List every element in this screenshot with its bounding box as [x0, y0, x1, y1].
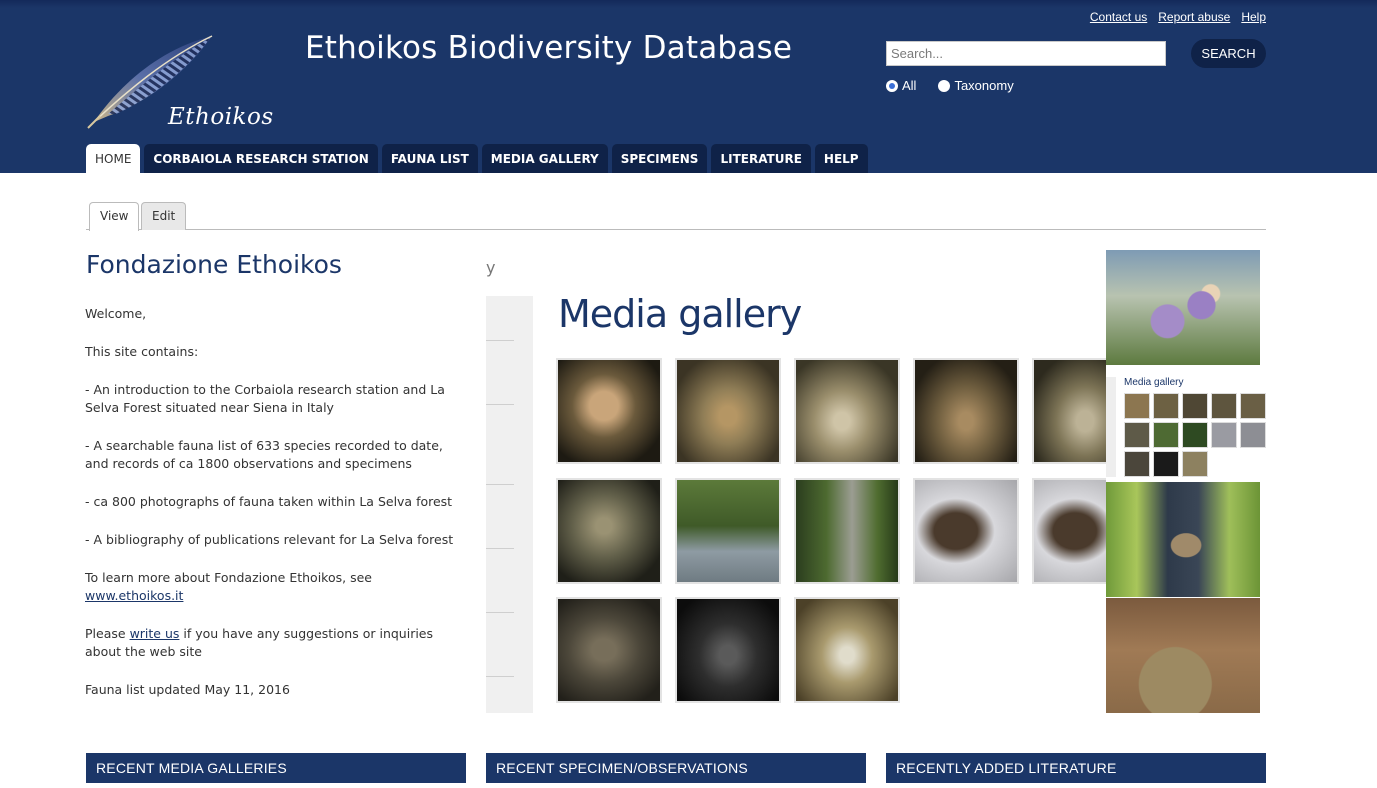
intro-item-2: - A searchable fauna list of 633 species… — [85, 438, 443, 471]
mini-thumb — [1182, 451, 1208, 477]
mini-thumb — [1124, 393, 1150, 419]
site-title[interactable]: Ethoikos Biodiversity Database — [305, 30, 792, 66]
recent-media-galleries-header: RECENT MEDIA GALLERIES — [86, 753, 466, 783]
preview-sidebar — [486, 296, 533, 713]
search-button[interactable]: SEARCH — [1191, 39, 1266, 68]
search-scope: All Taxonomy — [886, 78, 1014, 93]
tab-edit[interactable]: Edit — [141, 202, 187, 230]
mini-thumb — [1211, 393, 1237, 419]
nav-tab-help[interactable]: HELP — [814, 144, 868, 173]
mini-thumb — [1240, 422, 1266, 448]
learn-more-paragraph: To learn more about Fondazione Ethoikos,… — [85, 569, 470, 605]
nav-tab-fauna-list[interactable]: FAUNA LIST — [381, 144, 478, 173]
radio-unchecked-icon — [938, 79, 951, 92]
preview-crumb: y — [486, 258, 496, 277]
write-us-link[interactable]: write us — [130, 626, 180, 641]
mini-thumb — [1211, 422, 1237, 448]
mini-sidebar — [1106, 377, 1116, 477]
gallery-thumb-boar[interactable] — [556, 597, 662, 703]
gallery-thumb-badger-1[interactable] — [794, 358, 900, 464]
photo-swallow-nest[interactable] — [1106, 598, 1260, 713]
mini-gallery-title: Media gallery — [1124, 377, 1184, 388]
gallery-thumb-snow-carcass-2[interactable] — [1032, 478, 1106, 584]
radio-checked-icon — [886, 79, 898, 92]
recently-added-literature-header: RECENTLY ADDED LITERATURE — [886, 753, 1266, 783]
page-title: Fondazione Ethoikos — [86, 250, 342, 279]
photo-butterfly-lilac[interactable] — [1106, 250, 1260, 365]
report-abuse-link[interactable]: Report abuse — [1158, 10, 1230, 24]
ethoikos-website-link[interactable]: www.ethoikos.it — [85, 588, 183, 603]
local-tabs: View Edit — [86, 202, 1266, 231]
nav-tab-home[interactable]: HOME — [86, 144, 141, 173]
media-gallery-preview[interactable]: y Media gallery — [486, 250, 1106, 713]
preview-title: Media gallery — [558, 292, 802, 336]
gallery-thumb-snow-carcass-1[interactable] — [913, 478, 1019, 584]
site-header: Ethoikos Ethoikos Biodiversity Database … — [0, 0, 1377, 173]
mini-thumb — [1240, 393, 1266, 419]
contact-us-link[interactable]: Contact us — [1090, 10, 1147, 24]
scope-all-label: All — [902, 78, 917, 93]
recent-specimen-observations-header: RECENT SPECIMEN/OBSERVATIONS — [486, 753, 866, 783]
scope-taxonomy-label: Taxonomy — [954, 78, 1014, 93]
gallery-thumb-night-1[interactable] — [1032, 358, 1106, 464]
gallery-thumb-wolf[interactable] — [556, 478, 662, 584]
utility-links: Contact us Report abuse Help — [1090, 10, 1266, 24]
tab-view[interactable]: View — [89, 202, 140, 231]
learn-more-text: To learn more about Fondazione Ethoikos,… — [85, 570, 372, 585]
nav-tab-corbaiola-research-station[interactable]: CORBAIOLA RESEARCH STATION — [144, 144, 378, 173]
mini-media-gallery-preview[interactable]: Media gallery — [1106, 365, 1266, 482]
search-input[interactable] — [886, 41, 1166, 66]
scope-taxonomy-radio[interactable]: Taxonomy — [938, 78, 1014, 93]
gallery-thumb-fox-1[interactable] — [556, 358, 662, 464]
gallery-thumb-fox-2[interactable] — [675, 358, 781, 464]
nav-tab-specimens[interactable]: SPECIMENS — [611, 144, 708, 173]
help-link[interactable]: Help — [1241, 10, 1266, 24]
contains-text: This site contains: — [85, 344, 199, 359]
gallery-thumb-night-ir[interactable] — [675, 597, 781, 703]
contact-paragraph: Please write us if you have any suggesti… — [85, 625, 470, 661]
ethoikos-logo[interactable]: Ethoikos — [86, 30, 296, 134]
mini-thumb — [1182, 393, 1208, 419]
nav-tab-literature[interactable]: LITERATURE — [711, 144, 811, 173]
mini-thumb — [1153, 422, 1179, 448]
intro-text: Welcome, This site contains: - An introd… — [85, 305, 470, 719]
nav-tab-media-gallery[interactable]: MEDIA GALLERY — [481, 144, 608, 173]
updated-text: Fauna list updated May 11, 2016 — [85, 682, 290, 697]
mini-thumb — [1153, 393, 1179, 419]
gallery-thumb-forest-path[interactable] — [794, 478, 900, 584]
logo-text: Ethoikos — [168, 104, 274, 130]
gallery-thumb-forest-road[interactable] — [675, 478, 781, 584]
mini-thumb — [1124, 451, 1150, 477]
mini-thumb — [1153, 451, 1179, 477]
welcome-text: Welcome, — [85, 306, 147, 321]
scope-all-radio[interactable]: All — [886, 78, 916, 93]
gallery-thumb-fox-3[interactable] — [913, 358, 1019, 464]
intro-item-1: - An introduction to the Corbaiola resea… — [85, 382, 445, 415]
intro-item-4: - A bibliography of publications relevan… — [85, 532, 454, 547]
contact-prefix: Please — [85, 626, 126, 641]
intro-item-3: - ca 800 photographs of fauna taken with… — [85, 494, 453, 509]
mini-thumb — [1182, 422, 1208, 448]
gallery-thumb-badger-2[interactable] — [794, 597, 900, 703]
main-navigation: HOME CORBAIOLA RESEARCH STATION FAUNA LI… — [86, 144, 868, 173]
photo-moth[interactable] — [1106, 482, 1260, 597]
mini-thumb — [1124, 422, 1150, 448]
